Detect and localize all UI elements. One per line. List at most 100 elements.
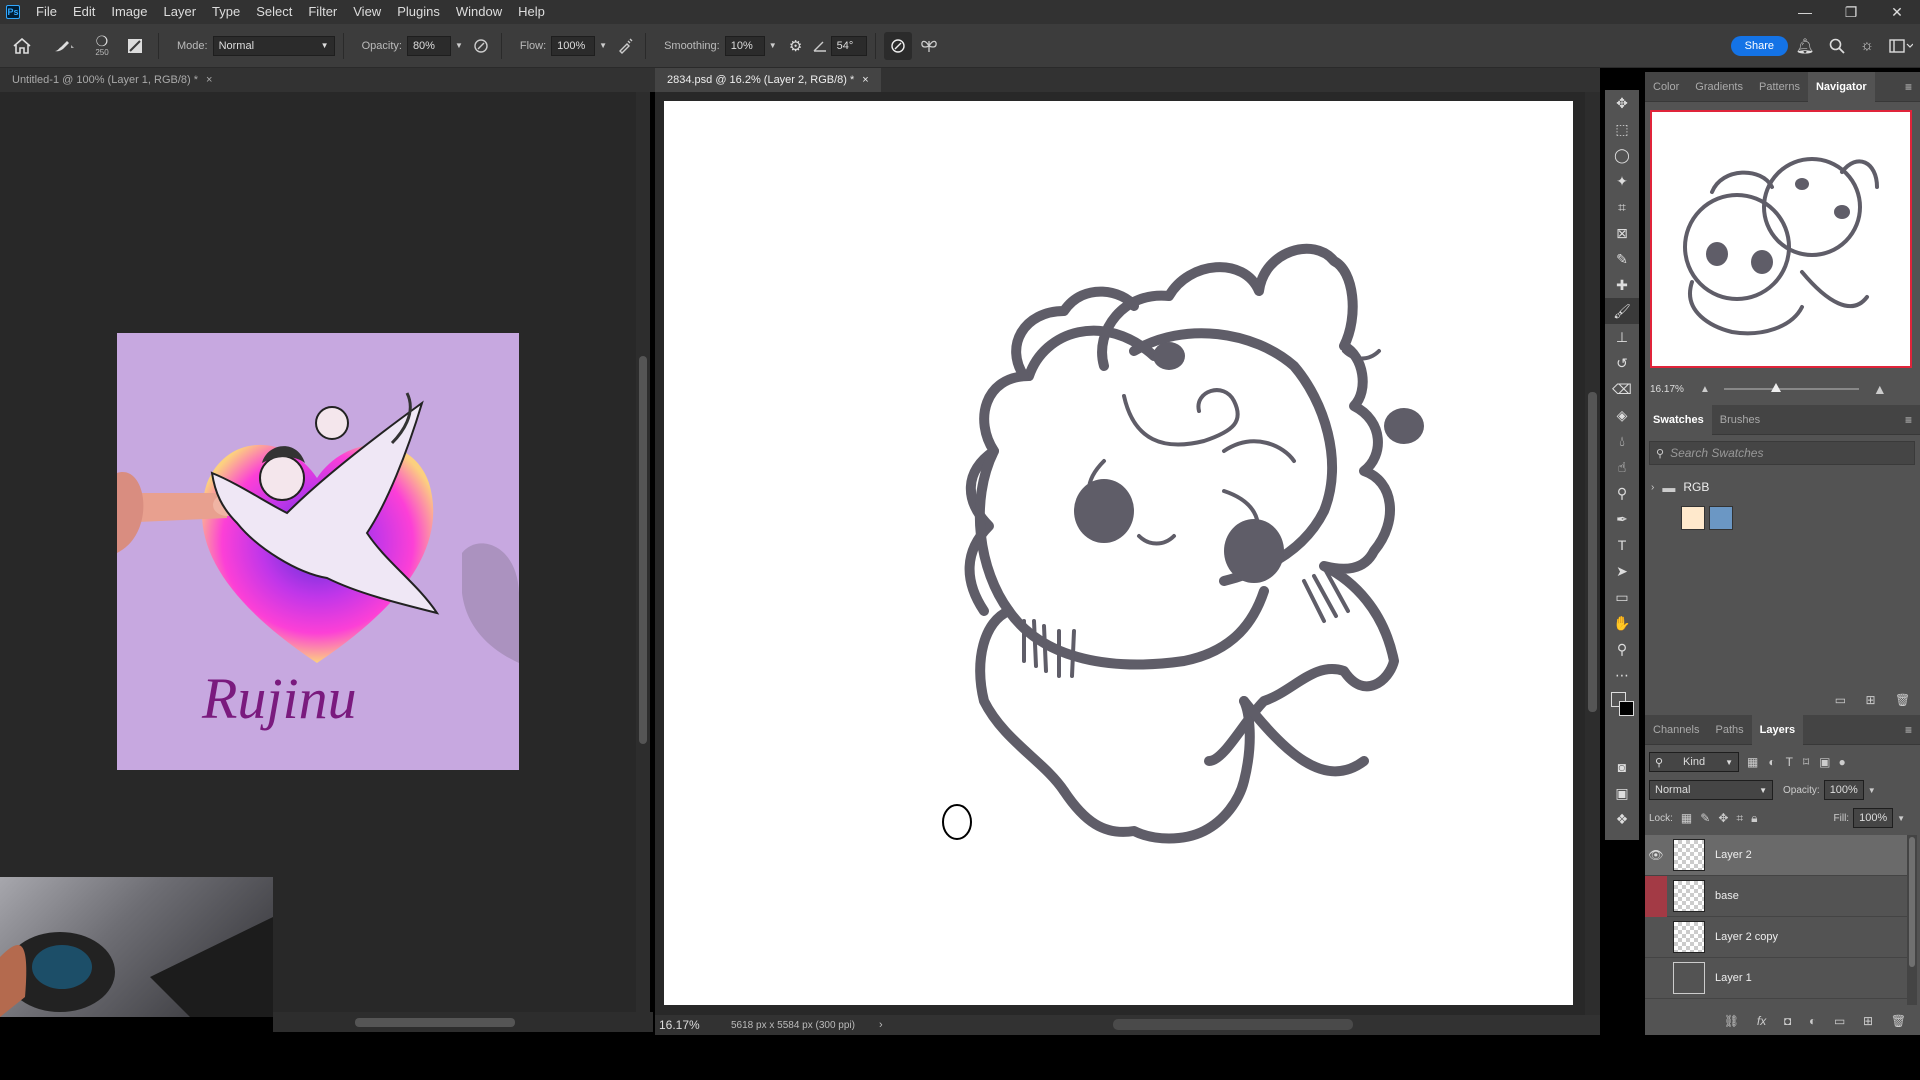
layer-mask-icon[interactable]: ◘ — [1784, 1014, 1791, 1028]
chevron-down-icon[interactable]: ▼ — [455, 41, 463, 50]
tab-gradients[interactable]: Gradients — [1687, 72, 1751, 102]
scrollbar-thumb[interactable] — [355, 1018, 515, 1027]
tab-navigator[interactable]: Navigator — [1807, 71, 1875, 102]
brush-tool-icon[interactable]: 🖌︎ — [1605, 298, 1639, 324]
discover-lightbulb-icon[interactable]: ☼ — [1852, 24, 1882, 68]
type-tool-icon[interactable]: T — [1605, 532, 1639, 558]
zoom-out-mountain-icon[interactable]: ▲ — [1700, 384, 1710, 395]
angle-field[interactable]: 54° — [830, 35, 867, 56]
zoom-tool-icon[interactable]: ⚲ — [1605, 636, 1639, 662]
hand-tool-icon[interactable]: ✋ — [1605, 610, 1639, 636]
eye-visibility-icon[interactable]: 👁︎ — [1645, 835, 1667, 876]
doc-tab-2834[interactable]: 2834.psd @ 16.2% (Layer 2, RGB/8) * × — [655, 68, 881, 92]
fx-icon[interactable]: fx — [1757, 1014, 1766, 1028]
path-selection-tool-icon[interactable]: ➤ — [1605, 558, 1639, 584]
generate-image-icon[interactable]: ❖ — [1605, 806, 1639, 832]
layer-row-layer-2[interactable]: 👁︎ Layer 2 — [1645, 835, 1907, 876]
new-group-folder-icon[interactable]: ▭ — [1835, 693, 1846, 707]
close-icon[interactable]: × — [206, 74, 212, 86]
menu-edit[interactable]: Edit — [65, 0, 103, 24]
restore-button[interactable]: ❐ — [1828, 4, 1874, 21]
pixel-filter-icon[interactable]: ▦ — [1747, 755, 1758, 769]
new-group-folder-icon[interactable]: ▭ — [1834, 1014, 1845, 1028]
background-color-swatch[interactable] — [1619, 701, 1634, 716]
lasso-tool-icon[interactable]: ◯ — [1605, 142, 1639, 168]
paint-bucket-tool-icon[interactable]: ◈ — [1605, 402, 1639, 428]
zoom-status[interactable]: 16.17% — [659, 1018, 717, 1032]
menu-help[interactable]: Help — [510, 0, 553, 24]
color-swatch[interactable] — [1709, 506, 1733, 530]
layer-row-layer-2-copy[interactable]: Layer 2 copy — [1645, 917, 1907, 958]
tab-channels[interactable]: Channels — [1645, 715, 1707, 745]
menu-select[interactable]: Select — [248, 0, 300, 24]
new-swatch-icon[interactable]: ⊞ — [1866, 693, 1876, 707]
menu-file[interactable]: File — [28, 0, 65, 24]
frame-tool-icon[interactable]: ⊠ — [1605, 220, 1639, 246]
lock-transparency-icon[interactable]: ▦ — [1681, 811, 1692, 825]
clone-stamp-tool-icon[interactable]: ⊥ — [1605, 324, 1639, 350]
minimize-button[interactable]: — — [1782, 4, 1828, 20]
main-canvas-area[interactable] — [655, 92, 1585, 1015]
panel-menu-icon[interactable]: ≡ — [1905, 413, 1912, 427]
menu-layer[interactable]: Layer — [156, 0, 205, 24]
adjustment-filter-icon[interactable]: ◐ — [1768, 755, 1775, 769]
lock-artboard-icon[interactable]: ⌗ — [1736, 811, 1743, 826]
panel-menu-icon[interactable]: ≡ — [1905, 80, 1912, 94]
zoom-slider-handle[interactable] — [1770, 383, 1781, 392]
eyedropper-tool-icon[interactable]: ✎ — [1605, 246, 1639, 272]
layers-scrollbar[interactable] — [1907, 835, 1917, 1005]
zoom-in-mountain-icon[interactable]: ▲ — [1873, 381, 1887, 397]
chevron-right-icon[interactable]: › — [1651, 482, 1654, 493]
main-horizontal-scrollbar-thumb[interactable] — [1113, 1019, 1353, 1030]
pressure-opacity-icon[interactable] — [469, 34, 493, 58]
tab-paths[interactable]: Paths — [1707, 715, 1751, 745]
smoothing-field[interactable]: 10% — [724, 35, 765, 56]
type-filter-icon[interactable]: T — [1786, 755, 1793, 769]
tab-color[interactable]: Color — [1645, 72, 1687, 102]
magic-wand-tool-icon[interactable]: ✦ — [1605, 168, 1639, 194]
lock-pixels-brush-icon[interactable]: ✎ — [1700, 811, 1710, 825]
smart-object-filter-icon[interactable]: ▣ — [1819, 755, 1830, 769]
quick-mask-icon[interactable]: ◙ — [1605, 754, 1639, 780]
visibility-toggle-off[interactable] — [1645, 917, 1667, 958]
smoothing-settings-gear-icon[interactable]: ⚙ — [783, 34, 809, 58]
share-button[interactable]: Share — [1730, 35, 1788, 56]
color-swatches-fg-bg[interactable] — [1611, 692, 1635, 718]
brush-size-picker[interactable]: ❍ 250 — [84, 24, 120, 68]
menu-image[interactable]: Image — [103, 0, 155, 24]
airbrush-icon[interactable] — [613, 34, 637, 58]
layer-row-base[interactable]: base — [1645, 875, 1907, 917]
dodge-tool-icon[interactable]: ⚲ — [1605, 480, 1639, 506]
trash-icon[interactable]: 🗑︎ — [1895, 693, 1910, 707]
search-icon[interactable] — [1822, 24, 1852, 68]
new-layer-icon[interactable]: ⊞ — [1863, 1014, 1873, 1028]
eraser-tool-icon[interactable]: ⌫ — [1605, 376, 1639, 402]
tab-brushes[interactable]: Brushes — [1712, 405, 1768, 435]
brush-tool-preset-icon[interactable] — [44, 24, 84, 68]
bell-icon[interactable]: 🔔︎ — [1788, 24, 1822, 68]
workspace-switcher-icon[interactable] — [1882, 24, 1920, 68]
visibility-toggle-off[interactable] — [1645, 875, 1667, 917]
home-icon[interactable] — [0, 24, 44, 68]
navigator-zoom-value[interactable]: 16.17% — [1650, 384, 1700, 395]
panel-menu-icon[interactable]: ≡ — [1905, 723, 1912, 737]
adjustment-layer-icon[interactable]: ◐ — [1809, 1014, 1816, 1028]
visibility-toggle-off[interactable] — [1645, 958, 1667, 999]
smudge-tool-icon[interactable]: ☝ — [1605, 454, 1639, 480]
navigator-zoom-slider[interactable] — [1723, 383, 1859, 392]
layer-row-layer-1[interactable]: Layer 1 — [1645, 958, 1907, 999]
filter-toggle-icon[interactable]: ● — [1838, 755, 1845, 769]
marquee-tool-icon[interactable]: ⬚ — [1605, 116, 1639, 142]
color-swatch[interactable] — [1681, 506, 1705, 530]
flow-field[interactable]: 100% — [551, 35, 596, 56]
swatches-search-field[interactable]: ⚲ Search Swatches — [1649, 441, 1915, 465]
chevron-right-icon[interactable]: › — [879, 1019, 883, 1031]
scrollbar-thumb[interactable] — [639, 356, 647, 744]
opacity-field[interactable]: 80% — [406, 35, 451, 56]
menu-view[interactable]: View — [345, 0, 389, 24]
left-vertical-scrollbar[interactable] — [636, 92, 650, 1017]
chevron-down-icon[interactable]: ▼ — [1868, 786, 1876, 795]
pressure-size-icon[interactable] — [883, 31, 912, 60]
close-icon[interactable]: × — [862, 74, 868, 86]
lock-all-icon[interactable]: 🔒︎ — [1751, 811, 1757, 826]
